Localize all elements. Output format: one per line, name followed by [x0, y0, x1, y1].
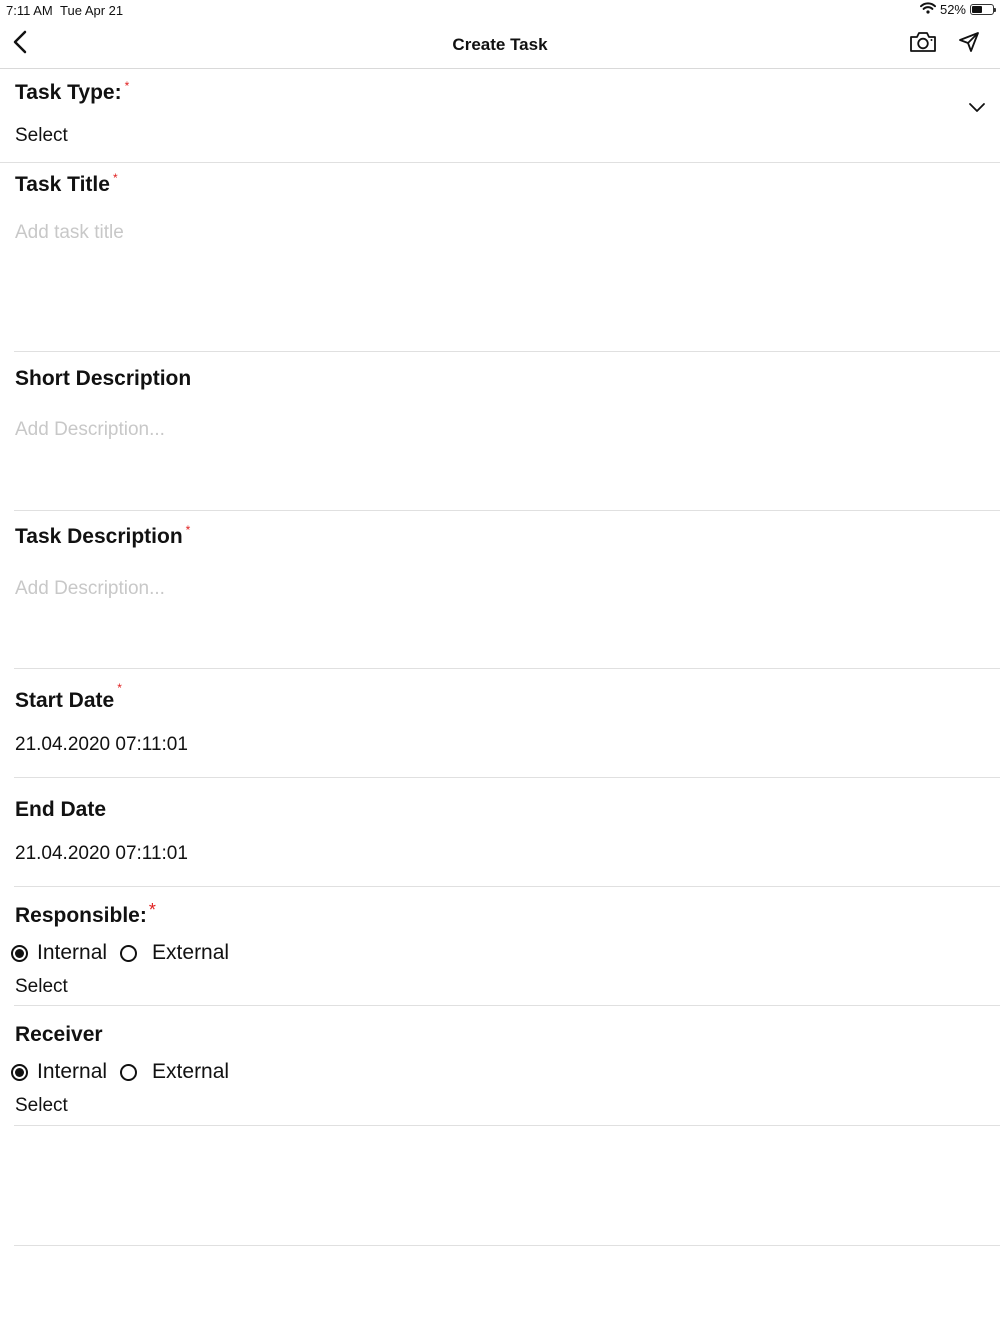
divider — [14, 777, 1000, 778]
navigation-bar: Create Task — [0, 22, 1000, 69]
required-marker: * — [124, 79, 130, 93]
responsible-radio-group: Internal External — [11, 941, 242, 965]
divider — [14, 510, 1000, 511]
responsible-external-radio[interactable] — [120, 944, 138, 962]
send-icon — [958, 31, 980, 58]
divider — [14, 886, 1000, 887]
status-time: 7:11 AM — [6, 3, 53, 18]
status-indicators: 52% — [919, 2, 996, 17]
divider — [0, 162, 1000, 163]
camera-button[interactable] — [906, 30, 940, 58]
divider — [14, 668, 1000, 669]
responsible-external-label[interactable]: External — [152, 941, 229, 965]
divider — [14, 1005, 1000, 1006]
status-date: Tue Apr 21 — [60, 3, 124, 18]
task-type-select[interactable]: Select — [15, 125, 68, 147]
send-button[interactable] — [955, 30, 983, 58]
battery-percentage: 52% — [939, 2, 966, 17]
task-title-label: Task Title * — [15, 171, 118, 196]
start-date-field[interactable]: 21.04.2020 07:11:01 — [15, 734, 188, 756]
required-marker: * — [112, 171, 118, 185]
receiver-internal-label[interactable]: Internal — [37, 1060, 107, 1084]
required-marker: * — [117, 681, 122, 695]
receiver-external-label[interactable]: External — [152, 1060, 229, 1084]
camera-icon — [909, 31, 937, 58]
end-date-label: End Date — [15, 798, 107, 821]
task-description-input[interactable] — [15, 576, 975, 602]
receiver-select[interactable]: Select — [15, 1095, 68, 1117]
battery-icon — [970, 4, 996, 15]
task-type-label: Task Type: * — [15, 79, 130, 104]
status-bar: 7:11 AM Tue Apr 21 52% — [0, 0, 1000, 20]
responsible-internal-label[interactable]: Internal — [37, 941, 107, 965]
short-description-label: Short Description — [15, 367, 192, 390]
responsible-select[interactable]: Select — [15, 976, 68, 998]
receiver-external-radio[interactable] — [120, 1063, 138, 1081]
divider — [14, 351, 1000, 352]
end-date-field[interactable]: 21.04.2020 07:11:01 — [15, 843, 188, 865]
divider — [14, 1245, 1000, 1246]
wifi-icon — [919, 2, 936, 17]
task-description-label: Task Description * — [15, 523, 191, 548]
receiver-internal-radio[interactable] — [11, 1063, 28, 1081]
required-marker: * — [185, 523, 191, 537]
required-marker: * — [148, 900, 156, 920]
start-date-label: Start Date* — [15, 681, 122, 712]
chevron-down-icon[interactable] — [968, 100, 988, 116]
responsible-label: Responsible: * — [15, 900, 156, 927]
responsible-internal-radio[interactable] — [11, 944, 28, 962]
receiver-radio-group: Internal External — [11, 1060, 242, 1084]
task-title-input[interactable] — [15, 220, 975, 246]
receiver-label: Receiver — [15, 1023, 103, 1046]
divider — [14, 1125, 1000, 1126]
short-description-input[interactable] — [15, 417, 975, 443]
page-title: Create Task — [452, 35, 548, 54]
